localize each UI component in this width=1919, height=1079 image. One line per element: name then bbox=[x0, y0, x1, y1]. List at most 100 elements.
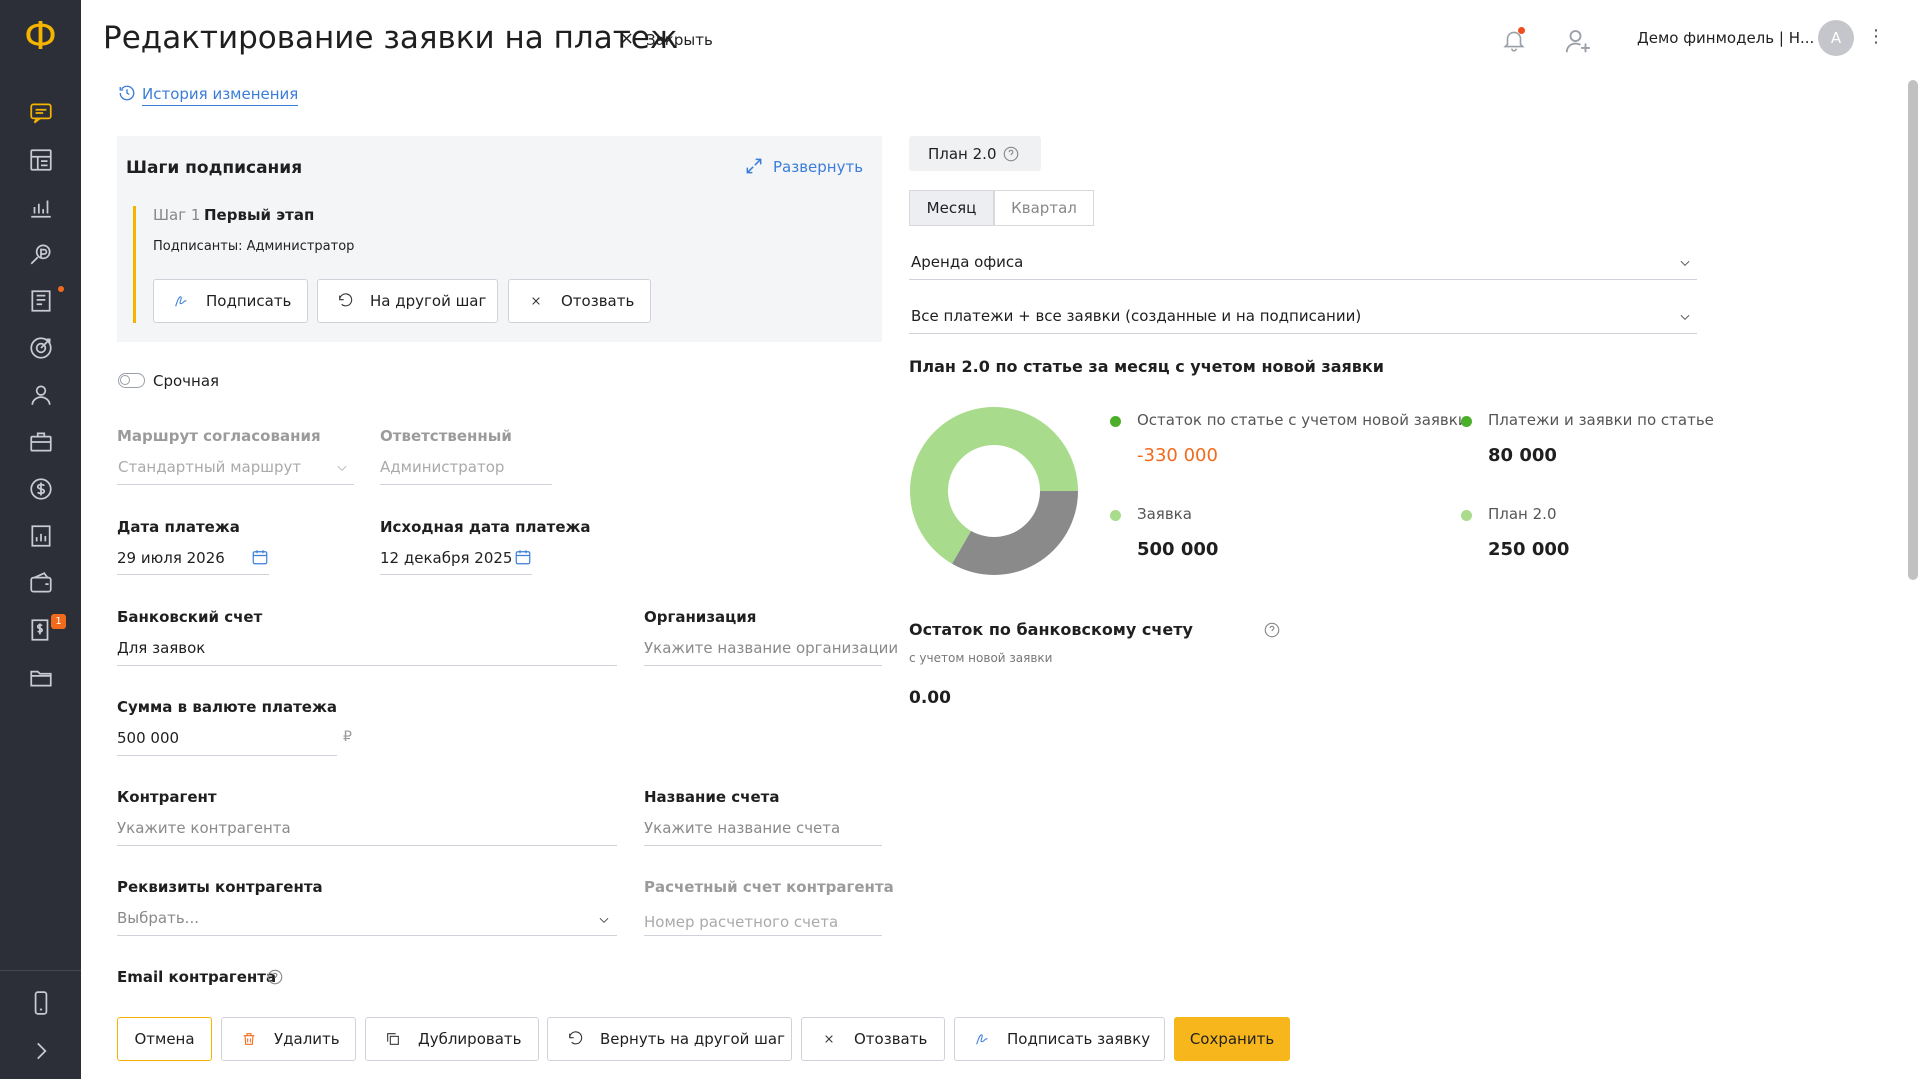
account-name-label: Название счета bbox=[644, 788, 780, 806]
requisites-label: Реквизиты контрагента bbox=[117, 878, 323, 896]
article-underline bbox=[909, 279, 1697, 280]
sign-icon bbox=[973, 1030, 991, 1048]
account-name-underline bbox=[644, 845, 882, 846]
return-step-button[interactable]: Вернуть на другой шаг bbox=[547, 1017, 792, 1061]
email-label: Email контрагента bbox=[117, 968, 277, 986]
pay-date-input[interactable]: 29 июля 2026 bbox=[117, 549, 225, 567]
sign-icon bbox=[172, 292, 190, 310]
donut-slice-plan[interactable] bbox=[952, 491, 1078, 575]
responsible-field: Администратор bbox=[380, 458, 505, 476]
expand-icon[interactable] bbox=[744, 156, 764, 180]
article-chevron-down-icon[interactable] bbox=[1678, 255, 1692, 274]
wallet-icon[interactable] bbox=[26, 568, 56, 598]
route-select: Стандартный маршрут bbox=[118, 458, 302, 476]
filter-underline bbox=[909, 333, 1697, 334]
bank-underline bbox=[117, 665, 617, 666]
team-icon[interactable] bbox=[26, 380, 56, 410]
expand-link[interactable]: Развернуть bbox=[773, 158, 863, 176]
portfolio-icon[interactable] bbox=[26, 427, 56, 457]
save-button[interactable]: Сохранить bbox=[1174, 1017, 1290, 1061]
reports-icon[interactable] bbox=[26, 286, 56, 316]
notification-dot bbox=[58, 286, 64, 292]
amount-input[interactable]: 500 000 bbox=[117, 729, 179, 747]
donut-chart bbox=[910, 407, 1078, 575]
revoke-label: Отозвать bbox=[854, 1030, 928, 1048]
requisites-select[interactable]: Выбрать... bbox=[117, 909, 199, 927]
revoke-step-button[interactable]: Отозвать bbox=[508, 279, 651, 323]
sign-request-button[interactable]: Подписать заявку bbox=[954, 1017, 1165, 1061]
settlement-label: Расчетный счет контрагента bbox=[644, 878, 894, 896]
tab-quarter[interactable]: Квартал bbox=[994, 190, 1094, 226]
org-label: Организация bbox=[644, 608, 757, 626]
bank-input[interactable]: Для заявок bbox=[117, 639, 205, 657]
mobile-icon[interactable] bbox=[26, 988, 56, 1018]
payments-search-icon[interactable] bbox=[26, 239, 56, 269]
calendar-icon[interactable] bbox=[251, 548, 269, 570]
org-input[interactable]: Укажите название организации bbox=[644, 639, 898, 657]
other-step-button[interactable]: На другой шаг bbox=[317, 279, 498, 323]
urgent-toggle[interactable] bbox=[118, 373, 145, 388]
folders-icon[interactable] bbox=[26, 662, 56, 692]
sign-step-label: Подписать bbox=[206, 292, 292, 310]
user-name[interactable]: Демо финмодель | Н... bbox=[1637, 29, 1814, 47]
contragent-label: Контрагент bbox=[117, 788, 217, 806]
contragent-input[interactable]: Укажите контрагента bbox=[117, 819, 291, 837]
close-icon[interactable]: × bbox=[619, 28, 634, 49]
legend-dot-plan bbox=[1461, 510, 1472, 521]
undo-icon bbox=[566, 1030, 584, 1048]
other-step-label: На другой шаг bbox=[370, 292, 487, 310]
account-name-input[interactable]: Укажите название счета bbox=[644, 819, 840, 837]
settlement-underline bbox=[644, 935, 882, 936]
history-link[interactable]: История изменения bbox=[142, 85, 299, 106]
close-button[interactable]: Закрыть bbox=[646, 31, 713, 49]
currency-symbol: ₽ bbox=[343, 729, 352, 745]
documents-icon[interactable] bbox=[26, 521, 56, 551]
filter-select[interactable]: Все платежи + все заявки (созданные и на… bbox=[911, 307, 1361, 325]
responsible-underline bbox=[380, 484, 552, 485]
orig-date-input[interactable]: 12 декабря 2025 bbox=[380, 549, 512, 567]
analytics-icon[interactable] bbox=[26, 192, 56, 222]
legend-dot-payments bbox=[1461, 416, 1472, 427]
expand-sidebar-icon[interactable] bbox=[26, 1036, 56, 1066]
route-underline bbox=[117, 484, 354, 485]
amount-underline bbox=[117, 755, 337, 756]
main-content: Редактирование заявки на платеж × Закрыт… bbox=[81, 0, 1919, 1079]
requisites-chevron-down-icon[interactable] bbox=[597, 912, 611, 931]
duplicate-label: Дублировать bbox=[418, 1030, 522, 1048]
revoke-step-label: Отозвать bbox=[561, 292, 635, 310]
plan-badge-label: План 2.0 bbox=[928, 145, 997, 163]
article-select[interactable]: Аренда офиса bbox=[911, 253, 1023, 271]
step-number: Шаг 1 bbox=[153, 206, 201, 224]
bank-rest-title: Остаток по банковскому счету bbox=[909, 620, 1193, 639]
requisites-underline bbox=[117, 935, 617, 936]
cancel-button[interactable]: Отмена bbox=[117, 1017, 212, 1061]
contragent-underline bbox=[117, 845, 617, 846]
delete-button[interactable]: Удалить bbox=[221, 1017, 356, 1061]
sign-step-button[interactable]: Подписать bbox=[153, 279, 308, 323]
filter-chevron-down-icon[interactable] bbox=[1678, 309, 1692, 328]
finance-icon[interactable] bbox=[26, 474, 56, 504]
tab-month[interactable]: Месяц bbox=[909, 190, 994, 226]
avatar[interactable]: А bbox=[1818, 20, 1854, 56]
add-user-icon[interactable] bbox=[1563, 26, 1593, 60]
step-signers: Подписанты: Администратор bbox=[153, 239, 355, 254]
duplicate-button[interactable]: Дублировать bbox=[365, 1017, 539, 1061]
targets-icon[interactable] bbox=[26, 333, 56, 363]
copy-icon bbox=[384, 1030, 402, 1048]
undo-icon bbox=[336, 292, 354, 310]
help-icon[interactable] bbox=[1002, 145, 1020, 167]
revoke-button[interactable]: Отозвать bbox=[801, 1017, 945, 1061]
dashboard-icon[interactable] bbox=[26, 145, 56, 175]
help-icon[interactable] bbox=[1263, 621, 1281, 643]
signing-title: Шаги подписания bbox=[126, 158, 303, 178]
legend-request-value: 500 000 bbox=[1137, 539, 1219, 560]
calendar-icon[interactable] bbox=[514, 548, 532, 570]
bell-notification-dot bbox=[1518, 27, 1525, 34]
help-icon[interactable] bbox=[266, 968, 284, 990]
more-menu-icon[interactable]: ⋮ bbox=[1867, 26, 1885, 47]
messages-icon[interactable] bbox=[26, 98, 56, 128]
urgent-label: Срочная bbox=[153, 372, 220, 390]
history-icon[interactable] bbox=[118, 84, 136, 106]
app-logo[interactable]: Ф bbox=[0, 14, 81, 58]
scrollbar[interactable] bbox=[1908, 80, 1918, 580]
